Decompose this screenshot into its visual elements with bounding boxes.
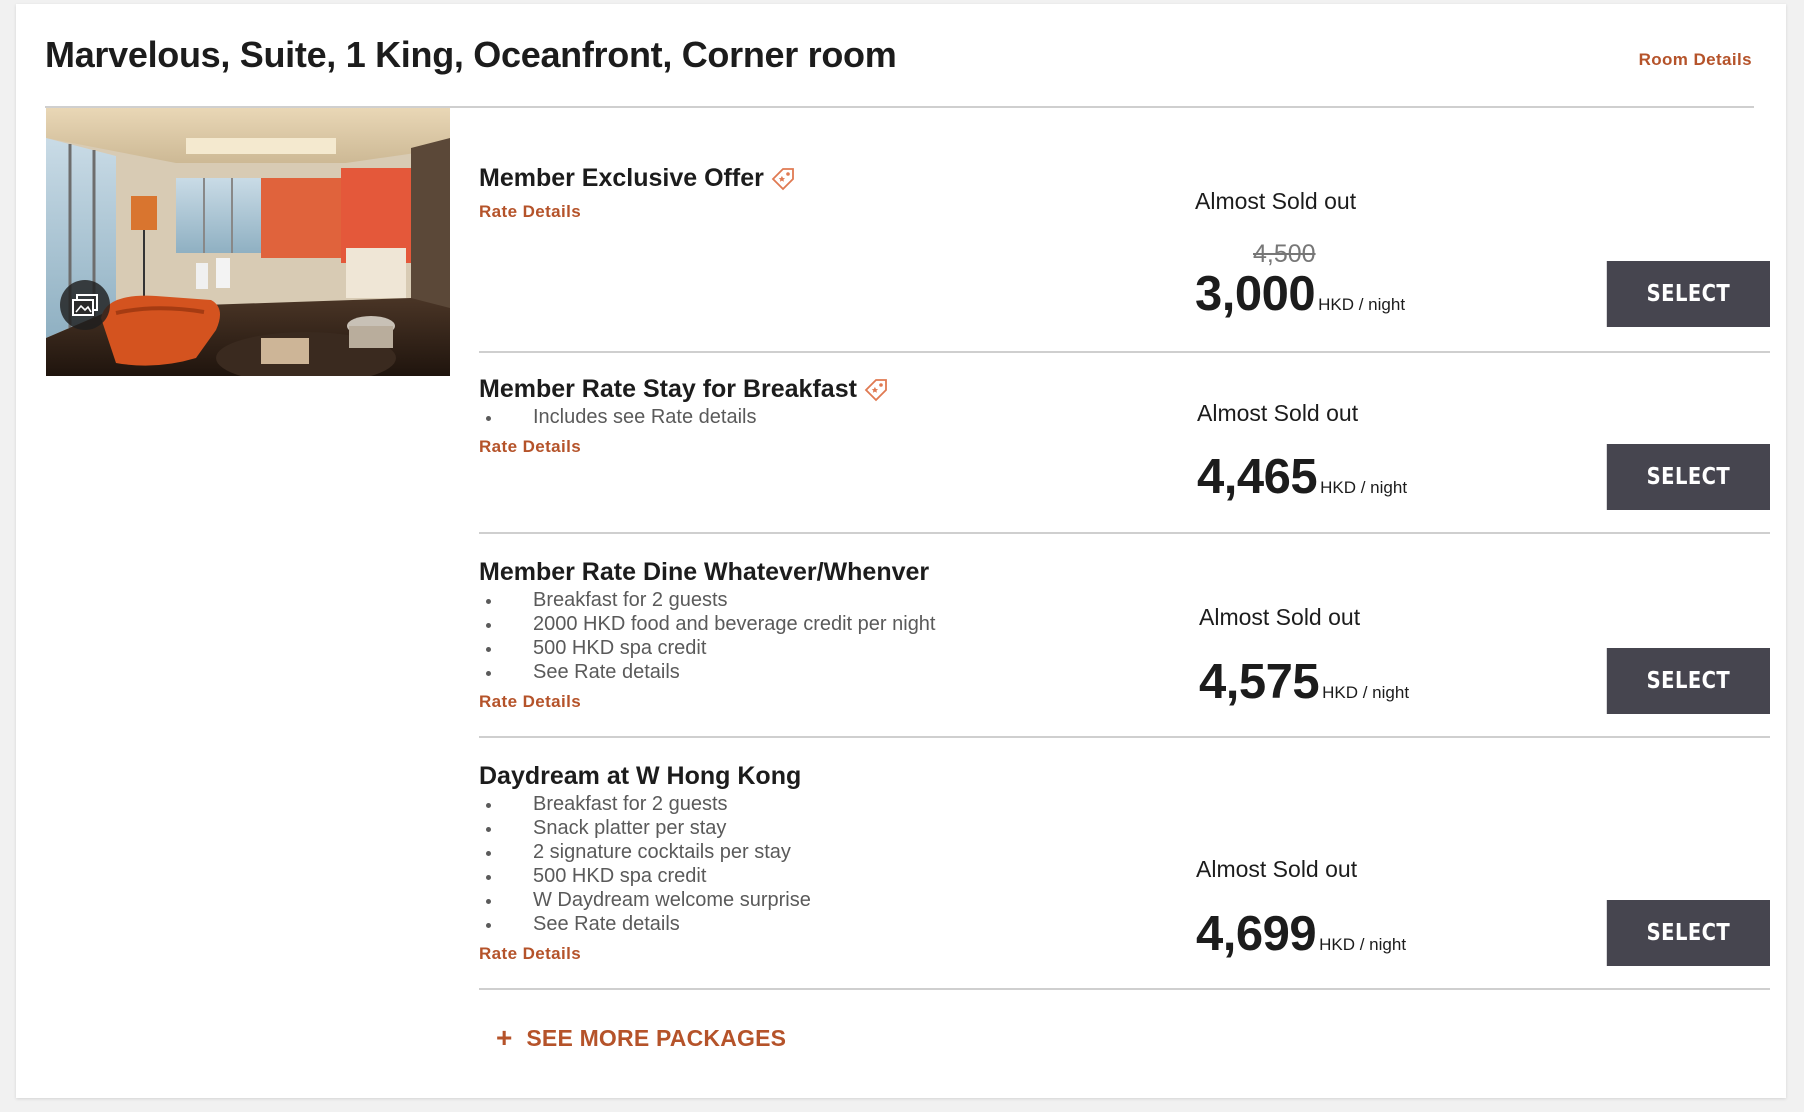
price: 3,000 HKD / night — [1195, 266, 1405, 322]
availability-status: Almost Sold out — [1199, 604, 1361, 630]
rate-name-row: Member Rate Dine Whatever/Whenver — [479, 558, 929, 587]
rate-row: Member Exclusive Offer Rate Details Almo… — [479, 108, 1770, 353]
rate-name: Member Rate Stay for Breakfast — [479, 375, 857, 403]
room-photo-image — [46, 108, 450, 376]
inclusion-item: 2000 HKD food and beverage credit per ni… — [479, 612, 936, 636]
inclusion-item: Includes see Rate details — [479, 405, 756, 429]
rate-row: Member Rate Dine Whatever/Whenver Breakf… — [479, 534, 1770, 738]
see-more-packages-label: SEE MORE PACKAGES — [526, 1024, 787, 1051]
rate-row: Daydream at W Hong Kong Breakfast for 2 … — [479, 738, 1770, 990]
price-amount: 3,000 — [1195, 267, 1316, 321]
select-button[interactable]: SELECT — [1606, 261, 1770, 327]
rate-details-link[interactable]: Rate Details — [479, 944, 581, 964]
inclusion-item: Snack platter per stay — [479, 816, 811, 840]
inclusion-item: See Rate details — [479, 660, 936, 684]
original-price: 4,500 — [1253, 240, 1316, 268]
price-unit: HKD / night — [1319, 935, 1407, 954]
member-tag-icon — [864, 378, 887, 401]
room-photo[interactable] — [46, 108, 450, 376]
room-card: Marvelous, Suite, 1 King, Oceanfront, Co… — [16, 4, 1786, 1098]
inclusions-list: Breakfast for 2 guests 2000 HKD food and… — [479, 588, 936, 684]
inclusions-list: Includes see Rate details — [479, 405, 756, 429]
see-more-packages-button[interactable]: + SEE MORE PACKAGES — [496, 1024, 786, 1052]
price-unit: HKD / night — [1320, 478, 1408, 497]
rate-name: Member Rate Dine Whatever/Whenver — [479, 558, 930, 586]
rate-name-row: Daydream at W Hong Kong — [479, 762, 801, 791]
plus-icon: + — [496, 1022, 513, 1053]
rate-name: Daydream at W Hong Kong — [479, 762, 802, 790]
inclusion-item: 500 HKD spa credit — [479, 864, 811, 888]
rate-details-link[interactable]: Rate Details — [479, 437, 581, 457]
photo-gallery-button[interactable] — [60, 280, 110, 330]
rate-name: Member Exclusive Offer — [479, 164, 764, 192]
inclusion-item: W Daydream welcome surprise — [479, 888, 811, 912]
availability-status: Almost Sold out — [1197, 400, 1359, 426]
rate-name-row: Member Rate Stay for Breakfast — [479, 375, 890, 404]
inclusions-list: Breakfast for 2 guests Snack platter per… — [479, 792, 811, 936]
select-button[interactable]: SELECT — [1606, 900, 1770, 966]
room-details-link[interactable]: Room Details — [1639, 50, 1752, 70]
inclusion-item: See Rate details — [479, 912, 811, 936]
availability-status: Almost Sold out — [1196, 856, 1358, 882]
price-unit: HKD / night — [1322, 683, 1410, 702]
price-amount: 4,699 — [1196, 907, 1317, 961]
price-amount: 4,575 — [1199, 655, 1320, 709]
rate-name-row: Member Exclusive Offer — [479, 164, 797, 193]
inclusion-item: 500 HKD spa credit — [479, 636, 936, 660]
price: 4,575 HKD / night — [1199, 654, 1409, 710]
price: 4,699 HKD / night — [1196, 906, 1406, 962]
price-unit: HKD / night — [1318, 295, 1406, 314]
inclusion-item: Breakfast for 2 guests — [479, 588, 936, 612]
room-title: Marvelous, Suite, 1 King, Oceanfront, Co… — [45, 34, 897, 75]
select-button[interactable]: SELECT — [1606, 648, 1770, 714]
inclusion-item: 2 signature cocktails per stay — [479, 840, 811, 864]
price: 4,465 HKD / night — [1197, 449, 1407, 505]
select-button[interactable]: SELECT — [1606, 444, 1770, 510]
price-amount: 4,465 — [1197, 450, 1318, 504]
member-tag-icon — [771, 167, 794, 190]
rate-details-link[interactable]: Rate Details — [479, 202, 581, 222]
availability-status: Almost Sold out — [1195, 188, 1357, 214]
inclusion-item: Breakfast for 2 guests — [479, 792, 811, 816]
rate-details-link[interactable]: Rate Details — [479, 692, 581, 712]
rate-row: Member Rate Stay for Breakfast Includes … — [479, 351, 1770, 534]
gallery-icon — [72, 294, 98, 316]
